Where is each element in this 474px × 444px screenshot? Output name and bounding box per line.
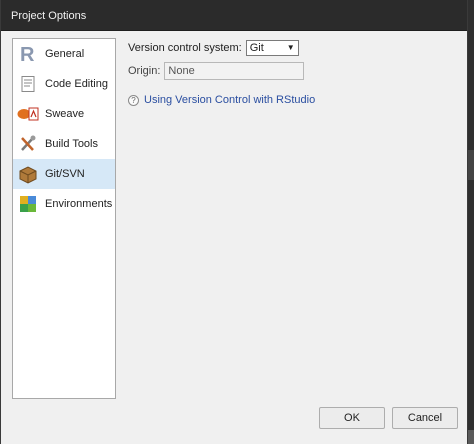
help-row: ? Using Version Control with RStudio bbox=[128, 94, 315, 106]
vcs-row: Version control system: Git ▼ bbox=[128, 38, 315, 58]
origin-label: Origin: bbox=[128, 65, 161, 77]
vcs-selected-value: Git bbox=[249, 42, 264, 54]
vcs-select[interactable]: Git ▼ bbox=[245, 40, 299, 56]
vcs-label: Version control system: bbox=[128, 42, 242, 54]
git-svn-icon bbox=[17, 163, 39, 185]
environments-icon bbox=[17, 193, 39, 215]
ok-button[interactable]: OK bbox=[319, 407, 385, 429]
sweave-icon bbox=[17, 103, 39, 125]
cancel-button[interactable]: Cancel bbox=[392, 407, 458, 429]
sidebar-item-git-svn[interactable]: Git/SVN bbox=[13, 159, 115, 189]
code-editing-icon bbox=[17, 73, 39, 95]
sidebar-item-label: Git/SVN bbox=[45, 168, 85, 180]
svg-text:R: R bbox=[20, 44, 35, 64]
origin-field[interactable]: None bbox=[164, 62, 305, 80]
sidebar-item-label: Code Editing bbox=[45, 78, 108, 90]
help-question-icon: ? bbox=[128, 94, 139, 106]
sidebar-item-label: Sweave bbox=[45, 108, 85, 120]
sidebar-item-build-tools[interactable]: Build Tools bbox=[13, 129, 115, 159]
dialog-title: Project Options bbox=[1, 0, 467, 31]
sidebar-item-label: Build Tools bbox=[45, 138, 98, 150]
origin-row: Origin: None bbox=[128, 61, 315, 81]
sidebar-item-label: General bbox=[45, 48, 85, 60]
sidebar-item-general[interactable]: R General bbox=[13, 39, 115, 69]
r-logo-icon: R bbox=[17, 43, 39, 65]
project-options-dialog: Project Options R General Code Editing S… bbox=[0, 0, 468, 444]
sidebar-item-label: Environments bbox=[45, 198, 113, 210]
background-window-edge bbox=[468, 0, 474, 444]
chevron-down-icon: ▼ bbox=[286, 43, 295, 52]
git-svn-panel: Version control system: Git ▼ Origin: No… bbox=[128, 38, 315, 106]
sidebar-item-sweave[interactable]: Sweave bbox=[13, 99, 115, 129]
sidebar-item-code-editing[interactable]: Code Editing bbox=[13, 69, 115, 99]
options-sidebar: R General Code Editing Sweave Build Tool… bbox=[12, 38, 116, 399]
version-control-help-link[interactable]: Using Version Control with RStudio bbox=[144, 94, 315, 106]
sidebar-item-environments[interactable]: Environments bbox=[13, 189, 115, 219]
background-window-fragment bbox=[468, 150, 474, 180]
background-window-fragment bbox=[468, 430, 474, 444]
build-tools-icon bbox=[17, 133, 39, 155]
